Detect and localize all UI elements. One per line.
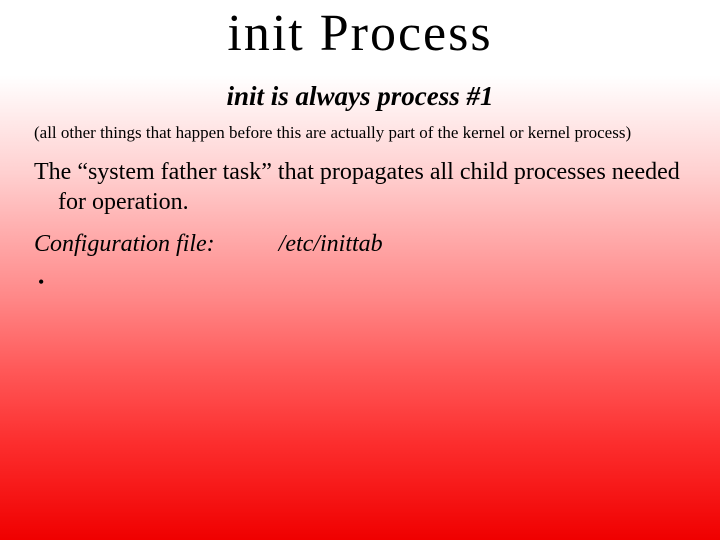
config-value: /etc/inittab [279, 231, 383, 257]
config-label: Configuration file: [34, 231, 215, 257]
slide-subtitle: init is always process #1 [34, 81, 686, 112]
body-text: The “system father task” that propagates… [58, 157, 686, 217]
parenthetical-note: (all other things that happen before thi… [58, 122, 686, 143]
config-line: Configuration file: /etc/inittab [34, 231, 686, 258]
bullet-icon: • [38, 272, 686, 293]
slide-title: init Process [34, 4, 686, 63]
